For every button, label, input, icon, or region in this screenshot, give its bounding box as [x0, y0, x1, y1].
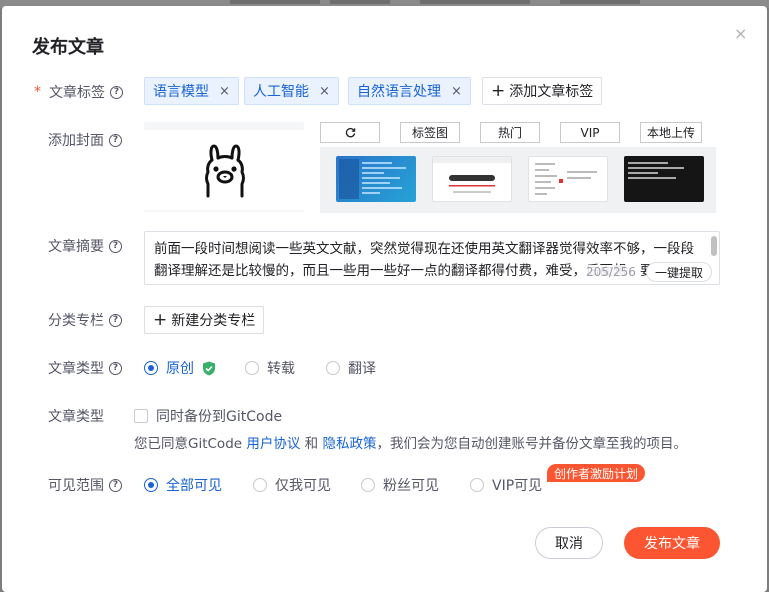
radio-dot [253, 478, 267, 492]
radio-label: VIP可见 [492, 478, 543, 494]
publish-button[interactable]: 发布文章 [624, 527, 720, 559]
cover-label-row: 添加封面 ? [48, 130, 122, 150]
cover-thumbnail[interactable] [624, 156, 704, 202]
backup-gitcode-checkbox-row[interactable]: 同时备份到GitCode [134, 406, 282, 426]
help-icon[interactable]: ? [109, 478, 122, 492]
cover-thumbnail[interactable] [528, 156, 608, 202]
summary-label-row: 文章摘要 ? [48, 236, 122, 256]
backup-gitcode-label: 同时备份到GitCode [156, 409, 283, 425]
summary-label: 文章摘要 [48, 239, 104, 255]
radio-dot [361, 478, 375, 492]
new-column-button[interactable]: + 新建分类专栏 [144, 306, 265, 334]
radio-label: 转载 [267, 361, 295, 377]
help-icon[interactable]: ? [109, 239, 122, 253]
add-tag-label: 添加文章标签 [509, 84, 594, 100]
agreement-text: 您已同意GitCode 用户协议 和 隐私政策，我们会为您自动创建账号并备份文章… [134, 432, 687, 452]
radio-label: 仅我可见 [275, 478, 331, 494]
shield-check-icon [203, 361, 215, 375]
visibility-self-radio[interactable]: 仅我可见 [253, 475, 331, 495]
llama-logo-icon [205, 144, 245, 198]
visibility-label-row: 可见范围 ? [48, 475, 122, 495]
tag-label: 自然语言处理 [357, 84, 441, 100]
textarea-scrollbar[interactable] [711, 236, 717, 256]
plus-icon: + [153, 309, 168, 330]
tags-label-row: * 文章标签 ? [34, 82, 123, 102]
cover-tab-tag-image[interactable]: 标签图 [400, 122, 460, 143]
required-mark: * [34, 84, 41, 100]
help-icon[interactable]: ? [109, 133, 122, 147]
agreement-suffix: ，我们会为您自动创建账号并备份文章至我的项目。 [376, 436, 687, 452]
publish-dialog: 发布文章 × * 文章标签 ? 语言模型 × 人工智能 × 自然语言处理 × +… [2, 6, 767, 592]
radio-label: 原创 [166, 361, 194, 377]
radio-dot [144, 361, 158, 375]
agreement-and: 和 [300, 436, 323, 452]
cover-tab-hot[interactable]: 热门 [480, 122, 540, 143]
article-type-label: 文章类型 [48, 361, 104, 377]
help-icon[interactable]: ? [109, 361, 122, 375]
radio-label: 粉丝可见 [383, 478, 439, 494]
remove-tag-icon[interactable]: × [319, 84, 330, 99]
column-label-row: 分类专栏 ? [48, 310, 122, 330]
visibility-label: 可见范围 [48, 478, 104, 494]
visibility-vip-radio[interactable]: VIP可见 [470, 475, 542, 495]
visibility-all-radio[interactable]: 全部可见 [144, 475, 222, 495]
cover-image-frame [144, 130, 304, 210]
thumbnail-code-graphic [339, 159, 406, 199]
backup-label-row: 文章类型 [48, 406, 104, 426]
cover-tab-local-upload[interactable]: 本地上传 [640, 122, 702, 143]
tag-chip: 人工智能 × [244, 77, 339, 105]
radio-label: 翻译 [348, 361, 376, 377]
article-type-original-radio[interactable]: 原创 [144, 358, 216, 378]
radio-dot [245, 361, 259, 375]
help-icon[interactable]: ? [110, 85, 123, 99]
backup-gitcode-checkbox[interactable] [134, 409, 148, 423]
thumbnail-terminal-graphic [628, 162, 684, 179]
tags-label: 文章标签 [49, 85, 105, 101]
help-icon[interactable]: ? [109, 313, 122, 327]
remove-tag-icon[interactable]: × [451, 84, 462, 99]
cover-label: 添加封面 [48, 133, 104, 149]
tag-chip: 语言模型 × [144, 77, 239, 105]
tag-chip: 自然语言处理 × [348, 77, 471, 105]
creator-incentive-badge: 创作者激励计划 [547, 464, 646, 482]
radio-dot [470, 478, 484, 492]
radio-dot [144, 478, 158, 492]
cover-tab-vip[interactable]: VIP [560, 122, 620, 143]
visibility-fans-radio[interactable]: 粉丝可见 [361, 475, 439, 495]
cover-preview[interactable] [144, 122, 304, 212]
article-type-repost-radio[interactable]: 转载 [245, 358, 295, 378]
cover-tab-refresh[interactable] [320, 122, 380, 143]
extract-summary-button[interactable]: 一键提取 [646, 262, 713, 282]
add-tag-button[interactable]: + 添加文章标签 [482, 77, 603, 105]
radio-label: 全部可见 [166, 478, 222, 494]
dialog-title: 发布文章 [32, 37, 104, 58]
cancel-button[interactable]: 取消 [535, 527, 603, 559]
backup-label: 文章类型 [48, 409, 104, 425]
agreement-prefix: 您已同意GitCode [134, 436, 247, 452]
refresh-icon [345, 127, 355, 138]
cover-thumbnail[interactable] [336, 156, 416, 202]
thumbnail-list-graphic [535, 163, 597, 195]
cover-thumbnail[interactable] [432, 156, 512, 202]
tag-label: 人工智能 [253, 84, 309, 100]
user-agreement-link[interactable]: 用户协议 [246, 436, 300, 452]
new-column-label: 新建分类专栏 [171, 313, 256, 329]
article-type-label-row: 文章类型 ? [48, 358, 122, 378]
radio-dot [326, 361, 340, 375]
column-label: 分类专栏 [48, 313, 104, 329]
privacy-policy-link[interactable]: 隐私政策 [322, 436, 376, 452]
article-type-translation-radio[interactable]: 翻译 [326, 358, 376, 378]
tag-label: 语言模型 [153, 84, 209, 100]
plus-icon: + [491, 80, 506, 101]
remove-tag-icon[interactable]: × [219, 84, 230, 99]
close-icon[interactable]: × [734, 24, 747, 43]
cover-thumbnail-strip [320, 147, 716, 213]
thumbnail-page-graphic [433, 157, 511, 193]
summary-char-counter: 205/256 [586, 265, 636, 279]
